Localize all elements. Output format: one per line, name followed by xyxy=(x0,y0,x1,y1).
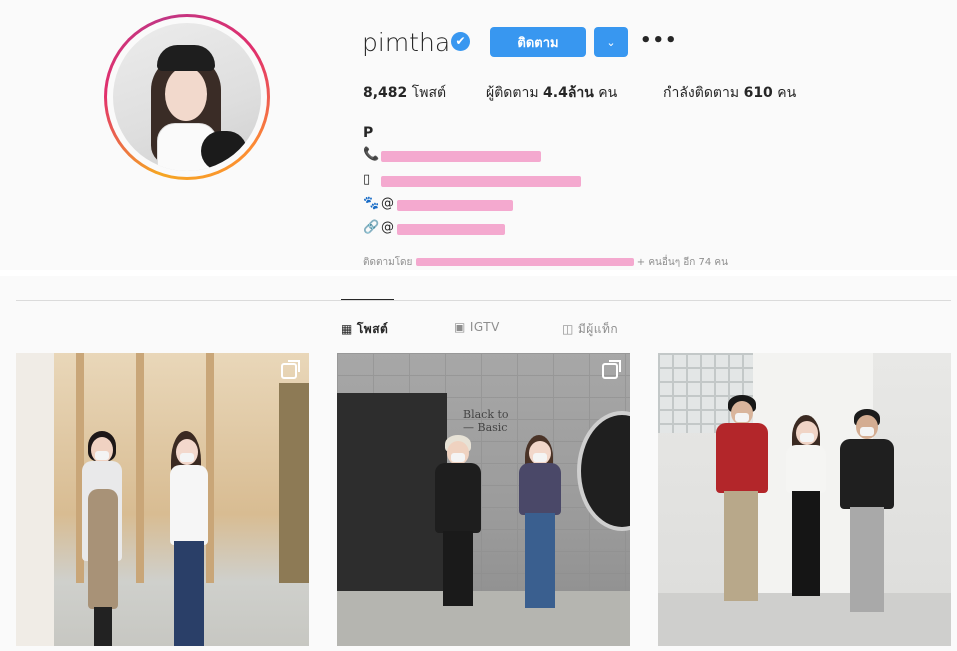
chevron-down-icon: ⌄ xyxy=(606,35,616,49)
redaction-mark xyxy=(397,200,513,211)
tabs-divider xyxy=(16,300,951,301)
tab-tagged[interactable]: ◫ มีผู้แท็ก xyxy=(562,320,618,339)
paw-icon: 🐾 xyxy=(363,196,380,211)
redaction-mark xyxy=(381,176,581,187)
verified-badge-icon: ✔ xyxy=(451,32,470,51)
post-thumbnail-2[interactable]: Black to — Basic xyxy=(337,353,630,646)
suggestions-dropdown-button[interactable]: ⌄ xyxy=(594,27,628,57)
redaction-mark xyxy=(381,151,541,162)
tab-posts[interactable]: ▦ โพสต์ xyxy=(341,320,388,339)
follow-button[interactable]: ติดตาม xyxy=(490,27,586,57)
redaction-mark xyxy=(415,258,634,266)
avatar[interactable] xyxy=(113,23,261,171)
username: pimtha xyxy=(362,28,451,57)
multiple-photos-icon xyxy=(602,360,621,379)
grid-icon: ▦ xyxy=(341,322,353,336)
igtv-icon: ▣ xyxy=(454,320,466,334)
link-icon: 🔗 xyxy=(363,220,380,235)
bio-name: P xyxy=(363,125,374,141)
followed-by-line[interactable]: ติดตามโดย + คนอื่นๆ อีก 74 คน xyxy=(363,255,728,270)
phone-icon: 📞 xyxy=(363,147,380,162)
tab-igtv[interactable]: ▣ IGTV xyxy=(454,320,500,334)
multiple-photos-icon xyxy=(281,360,300,379)
following-link[interactable]: กำลังติดตาม 610 คน xyxy=(663,82,796,104)
post-thumbnail-3[interactable] xyxy=(658,353,951,646)
bio-phone-line: 📞 xyxy=(363,147,381,165)
tagged-icon: ◫ xyxy=(562,322,574,336)
followers-link[interactable]: ผู้ติดตาม 4.4ล้าน คน xyxy=(486,82,617,104)
more-options-icon[interactable]: ••• xyxy=(640,30,677,52)
story-ring[interactable] xyxy=(104,14,270,180)
bio-line-2: ▯ xyxy=(363,172,381,190)
box-icon: ▯ xyxy=(363,172,371,187)
active-tab-indicator xyxy=(341,299,394,300)
bio-paw-line: 🐾 @ xyxy=(363,196,394,211)
bio-link-line[interactable]: 🔗 @ xyxy=(363,220,394,238)
section-separator xyxy=(0,270,957,276)
storefront-sign: Black to — Basic xyxy=(463,408,509,434)
redaction-mark xyxy=(397,224,505,235)
posts-count: 8,482 โพสต์ xyxy=(363,85,447,101)
profile-page: pimtha ✔ ติดตาม ⌄ ••• 8,482 โพสต์ ผู้ติด… xyxy=(0,0,957,651)
post-thumbnail-1[interactable] xyxy=(16,353,309,646)
